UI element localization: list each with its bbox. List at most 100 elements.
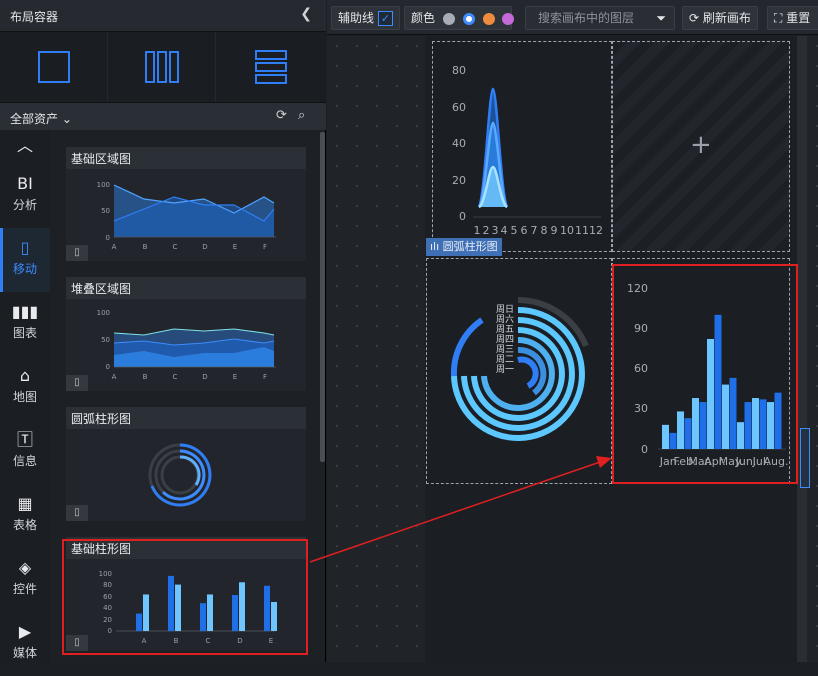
asset-card-stacked-area[interactable]: 堆叠区域图 100 50 0 A B C D E F ▯: [66, 277, 306, 391]
layout-columns-button[interactable]: [108, 32, 216, 102]
tick-label: 8: [541, 224, 548, 237]
reset-label: 重置: [786, 11, 811, 25]
refresh-canvas-button[interactable]: ⟳ 刷新画布: [682, 6, 758, 30]
search-icon[interactable]: ⌕: [298, 108, 305, 123]
map-icon: ⌂: [19, 366, 31, 385]
category-map[interactable]: ⌂ 地图: [0, 356, 50, 420]
tick-label: C: [173, 373, 178, 381]
radial-label: 周三: [496, 344, 514, 355]
tick-label: D: [202, 243, 207, 251]
asset-card-radial-bar[interactable]: 圆弧柱形图 ▯: [66, 407, 306, 521]
category-label: 地图: [12, 390, 37, 404]
color-option-gray[interactable]: [442, 12, 455, 25]
tick-label: A: [112, 243, 117, 251]
tick-label: 1: [474, 224, 481, 237]
radial-label: 周六: [496, 313, 514, 325]
media-icon: ▶: [18, 622, 32, 641]
asset-list-scrollbar[interactable]: [320, 132, 325, 462]
refresh-icon[interactable]: ⟳: [276, 108, 287, 123]
category-table[interactable]: ▦ 表格: [0, 484, 50, 548]
category-label: 控件: [12, 582, 37, 596]
fullscreen-icon: ⛶: [774, 11, 783, 25]
asset-filter-label: 全部资产: [10, 112, 59, 126]
guides-toggle[interactable]: 辅助线 ✓: [331, 6, 401, 30]
tick-label: 20: [452, 174, 466, 187]
sidebar-header: 布局容器 ❮: [0, 0, 326, 32]
tick-label: D: [202, 373, 207, 381]
tick-label: 0: [459, 210, 466, 223]
columns-layout-icon: [144, 51, 179, 83]
bar-chart-icon: ▮▮▮: [11, 302, 39, 321]
bi-icon: BI: [17, 174, 33, 193]
tick-label: 2: [483, 224, 490, 237]
component-tag-label: 圆弧柱形图: [442, 240, 498, 253]
tick-label: 40: [452, 137, 466, 150]
tick-label: F: [263, 373, 267, 381]
category-label: 信息: [12, 454, 37, 468]
stacked-area-thumbnail: 100 50 0 A B C D E F: [97, 309, 276, 381]
component-tag[interactable]: ılı 圆弧柱形图: [426, 238, 502, 256]
sort-icon: ⌄: [61, 112, 72, 126]
tick-label: 10: [560, 224, 574, 237]
arrow-annotation: [309, 456, 612, 563]
plus-icon[interactable]: +: [690, 130, 712, 160]
canvas-scroll-track: [797, 36, 807, 662]
tick-label: 5: [511, 224, 518, 237]
category-charts[interactable]: ▮▮▮ 图表: [0, 292, 50, 356]
card-title: 基础区域图: [66, 147, 306, 169]
category-label: 分析: [12, 198, 37, 212]
category-media[interactable]: ▶ 媒体: [0, 612, 50, 676]
highlight-box: [62, 539, 308, 655]
color-option-blue[interactable]: [462, 12, 475, 25]
layout-rows-button[interactable]: [216, 32, 326, 102]
color-option-orange[interactable]: [482, 12, 495, 25]
table-icon: ▦: [17, 494, 33, 513]
radial-label: 周五: [496, 324, 514, 335]
tick-label: 9: [551, 224, 558, 237]
radial-label: 周四: [496, 334, 514, 345]
guides-label: 辅助线: [338, 11, 375, 25]
tick-label: F: [263, 243, 267, 251]
checkbox-checked-icon: ✓: [378, 11, 394, 26]
category-label: 图表: [12, 326, 37, 340]
single-layout-icon: [37, 51, 70, 83]
tick-label: B: [143, 373, 148, 381]
card-title: 圆弧柱形图: [66, 407, 306, 429]
layer-search-input[interactable]: 搜索画布中的图层 ⏷: [525, 6, 675, 30]
chevron-up-icon: ︿: [16, 136, 33, 155]
tick-label: E: [233, 373, 237, 381]
rows-layout-icon: [255, 50, 287, 84]
asset-filter-dropdown[interactable]: 全部资产 ⌄: [10, 110, 72, 127]
mobile-icon: ▯: [20, 238, 30, 257]
text-icon: 🅃: [16, 430, 33, 449]
category-mobile[interactable]: ▯ 移动: [0, 228, 50, 292]
tick-label: A: [112, 373, 117, 381]
color-option-purple[interactable]: [502, 12, 515, 25]
refresh-icon: ⟳: [689, 11, 700, 25]
tick-label: 11: [575, 224, 589, 237]
radial-label: 周二: [496, 354, 514, 365]
radial-bar-thumbnail: [148, 443, 212, 507]
widget-icon: ◈: [18, 558, 32, 577]
tick-label: 80: [452, 64, 466, 77]
mobile-icon: ▯: [66, 375, 88, 391]
asset-card-basic-area[interactable]: 基础区域图 100 50 0 A B C D E F ▯: [66, 147, 306, 261]
category-collapse[interactable]: ︿: [0, 130, 50, 164]
reset-button[interactable]: ⛶ 重置: [767, 6, 818, 30]
refresh-label: 刷新画布: [702, 11, 751, 25]
mobile-icon: ▯: [66, 505, 88, 521]
tick-label: 7: [531, 224, 538, 237]
tick-label: E: [233, 243, 237, 251]
tick-label: 0: [106, 234, 110, 242]
bar-chart-icon: ılı: [430, 240, 440, 253]
tick-label: 3: [492, 224, 499, 237]
category-info[interactable]: 🅃 信息: [0, 420, 50, 484]
category-label: 移动: [12, 262, 37, 276]
search-placeholder: 搜索画布中的图层: [538, 11, 635, 25]
canvas-scroll-thumb[interactable]: [800, 428, 810, 488]
category-widget[interactable]: ◈ 控件: [0, 548, 50, 612]
category-bi[interactable]: BI 分析: [0, 164, 50, 228]
radial-label: 周一: [496, 364, 514, 375]
chevron-left-icon[interactable]: ❮: [300, 6, 312, 22]
layout-single-button[interactable]: [0, 32, 108, 102]
